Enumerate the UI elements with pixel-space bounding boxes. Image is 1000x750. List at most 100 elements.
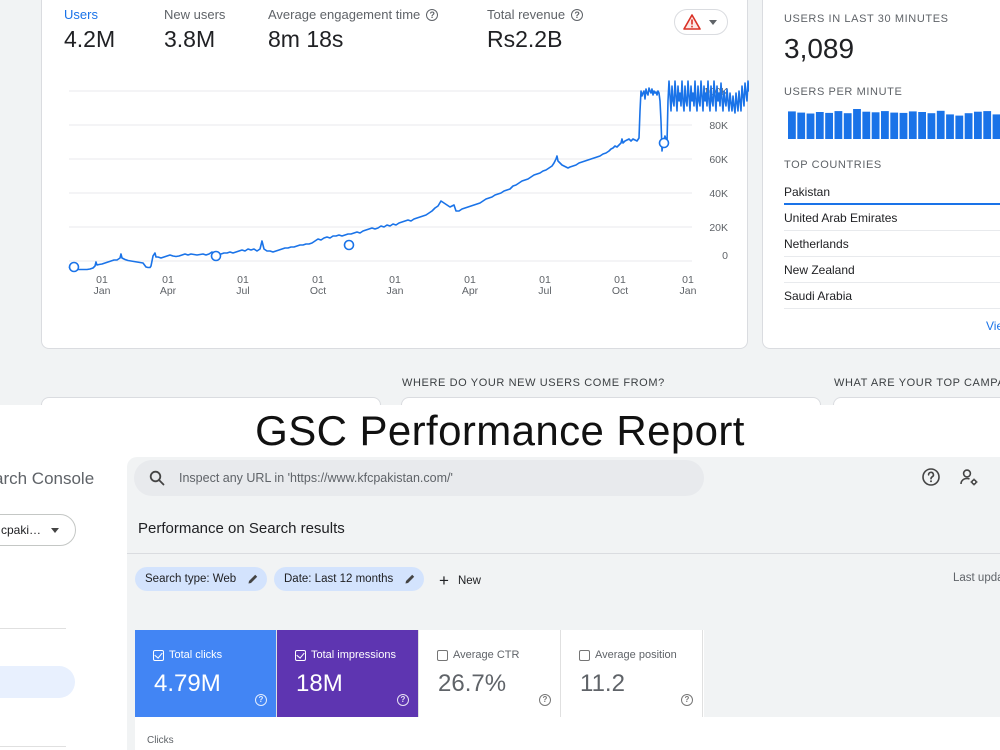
y-tick-label: 0 xyxy=(722,250,728,262)
list-item: Saudi Arabia xyxy=(784,283,1000,309)
y-tick-label: 60K xyxy=(709,154,728,166)
average-ctr-value: 26.7% xyxy=(438,670,507,697)
search-console-performance: arch Console cpaki… Inspect any URL in '… xyxy=(0,457,1000,750)
list-item: United Arab Emirates xyxy=(784,205,1000,231)
per-minute-bar xyxy=(871,112,880,139)
page-title: Performance on Search results xyxy=(138,520,345,537)
users-line-chart: 020K40K60K80K100K 01Jan01Apr01Jul01Oct01… xyxy=(68,80,749,297)
per-minute-bar xyxy=(825,112,833,139)
per-minute-bar xyxy=(927,113,936,139)
checkbox-icon xyxy=(437,650,448,661)
average-ctr-card[interactable]: Average CTR 26.7% ? xyxy=(419,630,561,717)
analytics-overview: Users 4.2M New users 3.8M Average engage… xyxy=(0,0,1000,410)
help-icon[interactable] xyxy=(921,467,941,487)
property-selector[interactable]: cpaki… xyxy=(0,514,76,546)
total-impressions-card[interactable]: Total impressions 18M ? xyxy=(277,630,419,717)
average-position-value: 11.2 xyxy=(580,670,625,697)
new-filter-label: New xyxy=(457,575,481,587)
per-minute-bar xyxy=(946,114,954,139)
total-clicks-label: Total clicks xyxy=(169,649,223,661)
per-minute-bar xyxy=(862,111,871,139)
users-per-minute-chart xyxy=(788,109,1000,139)
per-minute-bar xyxy=(918,112,926,139)
per-minute-bar xyxy=(788,111,796,139)
annotation-marker[interactable] xyxy=(210,250,222,262)
y-tick-label: 40K xyxy=(709,188,728,200)
per-minute-bar xyxy=(806,113,815,139)
list-item: Netherlands xyxy=(784,231,1000,257)
per-minute-bar xyxy=(974,111,982,139)
annotation-marker[interactable] xyxy=(343,239,355,251)
per-minute-bar xyxy=(834,111,843,139)
per-minute-bar xyxy=(815,112,824,139)
annotation-marker[interactable] xyxy=(658,137,670,149)
performance-chart: Clicks xyxy=(135,717,1000,750)
search-type-filter-chip[interactable]: Search type: Web xyxy=(135,567,267,591)
url-inspect-placeholder: Inspect any URL in 'https://www.kfcpakis… xyxy=(179,471,453,485)
chevron-down-icon xyxy=(51,528,59,533)
edit-icon xyxy=(405,574,415,584)
annotation-marker[interactable] xyxy=(68,261,80,273)
x-tick-label: Jan xyxy=(94,285,111,297)
y-tick-label: 80K xyxy=(709,120,728,132)
list-item: New Zealand xyxy=(784,257,1000,283)
x-tick-label: Apr xyxy=(462,285,479,297)
sidebar-divider xyxy=(0,628,66,629)
per-minute-bar xyxy=(843,113,852,139)
per-minute-bar xyxy=(983,111,992,139)
top-countries-heading: TOP COUNTRIES xyxy=(784,159,882,171)
x-tick-label: Jan xyxy=(680,285,697,297)
per-minute-bar xyxy=(899,112,908,139)
per-minute-bar xyxy=(936,110,945,139)
date-filter-chip[interactable]: Date: Last 12 months xyxy=(274,567,424,591)
average-position-label: Average position xyxy=(595,649,677,661)
performance-main: Inspect any URL in 'https://www.kfcpakis… xyxy=(127,457,1000,750)
checkbox-icon xyxy=(295,650,306,661)
x-tick-label: Jul xyxy=(538,285,551,297)
per-minute-bar xyxy=(881,111,889,139)
average-position-card[interactable]: Average position 11.2 ? xyxy=(561,630,703,717)
help-icon[interactable]: ? xyxy=(397,694,409,706)
help-icon[interactable]: ? xyxy=(681,694,693,706)
brand-name: arch Console xyxy=(0,469,95,488)
x-tick-label: Oct xyxy=(612,285,628,297)
sidebar-item-performance[interactable] xyxy=(0,666,75,698)
per-minute-bar xyxy=(890,112,899,139)
realtime-card: USERS IN LAST 30 MINUTES 3,089 USERS PER… xyxy=(762,0,1000,349)
add-icon: + xyxy=(439,571,449,590)
per-minute-bar xyxy=(908,111,917,139)
url-inspect-input[interactable]: Inspect any URL in 'https://www.kfcpakis… xyxy=(134,460,704,496)
metric-cards: Total clicks 4.79M ? Total impressions 1… xyxy=(135,630,704,717)
top-campaigns-heading: WHAT ARE YOUR TOP CAMPAI xyxy=(834,377,1000,389)
top-countries-list: Pakistan United Arab Emirates Netherland… xyxy=(784,179,1000,309)
property-name: cpaki… xyxy=(1,523,42,537)
new-users-source-heading: WHERE DO YOUR NEW USERS COME FROM? xyxy=(402,377,665,389)
banner-title: GSC Performance Report xyxy=(0,405,1000,457)
list-item: Pakistan xyxy=(784,179,1000,205)
per-minute-bar xyxy=(964,113,973,139)
x-tick-label: Apr xyxy=(160,285,177,297)
checkbox-icon xyxy=(579,650,590,661)
x-tick-label: Jul xyxy=(236,285,249,297)
new-filter-button[interactable]: + New xyxy=(439,571,481,591)
help-icon[interactable]: ? xyxy=(539,694,551,706)
last-updated-text: Last upda xyxy=(953,572,1000,584)
total-impressions-value: 18M xyxy=(296,670,343,697)
y-tick-label: 20K xyxy=(709,222,728,234)
view-realtime-link[interactable]: Vie xyxy=(986,319,1000,333)
sidebar-divider xyxy=(0,746,66,747)
total-clicks-card[interactable]: Total clicks 4.79M ? xyxy=(135,630,277,717)
title-divider xyxy=(127,553,1000,554)
account-settings-icon[interactable] xyxy=(959,467,979,487)
x-tick-label: Jan xyxy=(387,285,404,297)
users-per-minute-heading: USERS PER MINUTE xyxy=(784,86,903,98)
search-icon xyxy=(149,470,165,486)
help-icon[interactable]: ? xyxy=(255,694,267,706)
total-clicks-value: 4.79M xyxy=(154,670,221,697)
per-minute-bar xyxy=(955,115,964,139)
traffic-card: Users 4.2M New users 3.8M Average engage… xyxy=(41,0,749,349)
per-minute-bar xyxy=(853,109,861,139)
total-impressions-label: Total impressions xyxy=(311,649,396,661)
x-tick-label: Oct xyxy=(310,285,326,297)
search-type-filter-label: Search type: Web xyxy=(145,573,237,585)
